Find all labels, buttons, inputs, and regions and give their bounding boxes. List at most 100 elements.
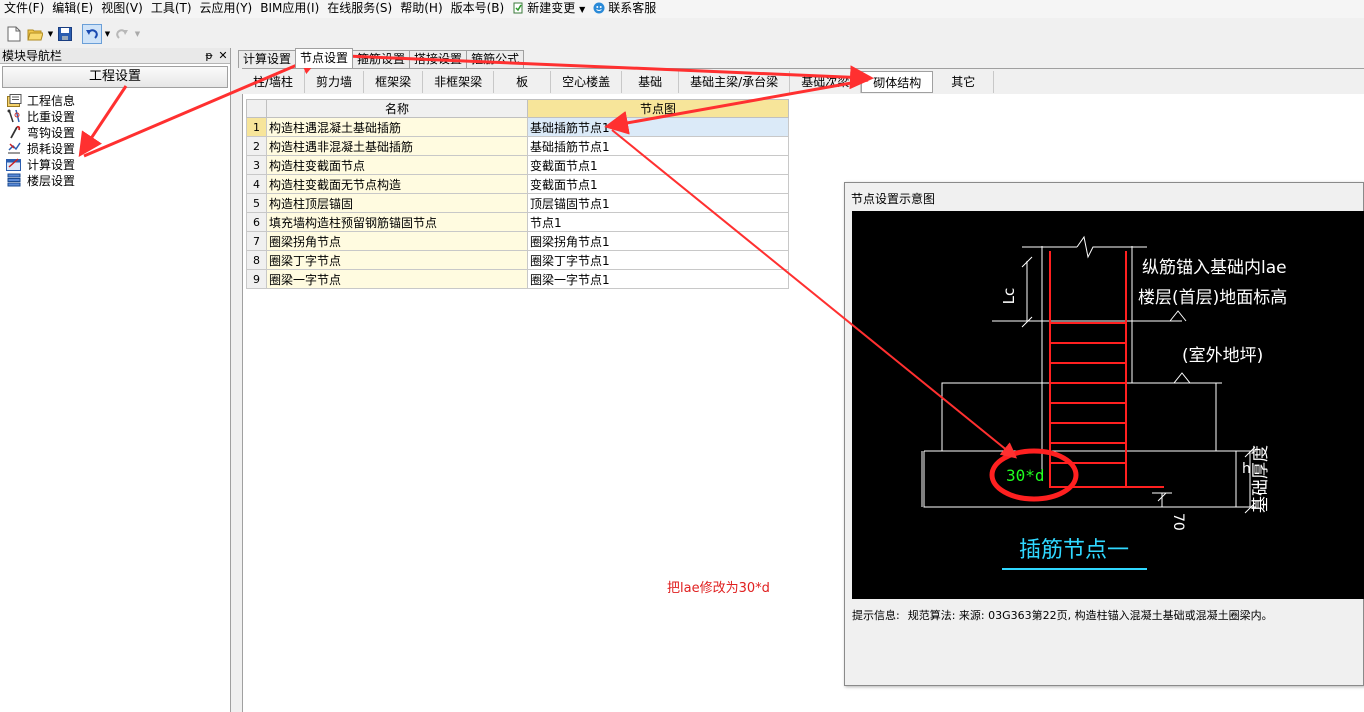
subtab-foundation-main-beam[interactable]: 基础主梁/承台梁 bbox=[679, 70, 791, 93]
component-subtabs: 柱/墙柱 剪力墙 框架梁 非框架梁 板 空心楼盖 基础 基础主梁/承台梁 基础次… bbox=[242, 68, 1364, 94]
subtab-column[interactable]: 柱/墙柱 bbox=[242, 70, 306, 93]
undo-button[interactable] bbox=[82, 24, 102, 44]
menu-version[interactable]: 版本号(B) bbox=[447, 0, 509, 18]
column-header-node: 节点图 bbox=[527, 99, 789, 118]
node-name-cell[interactable]: 圈梁丁字节点 bbox=[266, 250, 528, 270]
node-diagram-cell[interactable]: 基础插筋节点1 bbox=[527, 117, 789, 137]
nav-item-label: 楼层设置 bbox=[27, 173, 76, 188]
table-row[interactable]: 1 构造柱遇混凝土基础插筋 基础插筋节点1 bbox=[246, 117, 789, 137]
menu-cloud[interactable]: 云应用(Y) bbox=[196, 0, 257, 18]
close-icon[interactable]: ✕ bbox=[216, 49, 230, 62]
foundation-base bbox=[923, 450, 1237, 508]
table-row[interactable]: 8 圈梁丁字节点 圈梁丁字节点1 bbox=[246, 250, 789, 270]
table-row[interactable]: 3 构造柱变截面节点 变截面节点1 bbox=[246, 155, 789, 175]
subtab-hollow-floor[interactable]: 空心楼盖 bbox=[551, 70, 623, 93]
subtab-shear-wall[interactable]: 剪力墙 bbox=[305, 70, 365, 93]
node-name-cell[interactable]: 构造柱变截面节点 bbox=[266, 155, 528, 175]
subtab-other[interactable]: 其它 bbox=[933, 70, 995, 93]
redo-icon bbox=[116, 29, 128, 39]
label-anchor-value: 30*d bbox=[1006, 466, 1045, 485]
table-row[interactable]: 2 构造柱遇非混凝土基础插筋 基础插筋节点1 bbox=[246, 136, 789, 156]
nav-item-loss-settings[interactable]: 损耗设置 bbox=[0, 140, 230, 156]
weight-icon bbox=[6, 109, 22, 123]
tab-calc-settings[interactable]: 计算设置 bbox=[238, 50, 297, 68]
menu-contact-support[interactable]: 联系客服 bbox=[589, 0, 660, 18]
redo-dropdown-arrow[interactable]: ▼ bbox=[133, 24, 142, 44]
menu-file[interactable]: 文件(F) bbox=[0, 0, 48, 18]
menu-online[interactable]: 在线服务(S) bbox=[323, 0, 396, 18]
menu-new-change[interactable]: 新建变更 ▼ bbox=[508, 0, 589, 18]
node-name-cell[interactable]: 圈梁一字节点 bbox=[266, 269, 528, 289]
node-name-cell[interactable]: 填充墙构造柱预留钢筋锚固节点 bbox=[266, 212, 528, 232]
subtab-slab[interactable]: 板 bbox=[494, 70, 552, 93]
new-file-icon bbox=[7, 26, 21, 42]
pin-icon[interactable]: ᵽ bbox=[202, 49, 216, 62]
nav-item-project-info[interactable]: 工程信息 bbox=[0, 92, 230, 108]
settings-tabs: 计算设置 节点设置 箍筋设置 搭接设置 箍筋公式 bbox=[238, 48, 525, 68]
tab-stirrup-settings[interactable]: 箍筋设置 bbox=[352, 50, 411, 68]
undo-dropdown-arrow[interactable]: ▼ bbox=[103, 24, 112, 44]
open-file-button[interactable] bbox=[25, 24, 45, 44]
nav-item-label: 工程信息 bbox=[27, 93, 76, 108]
save-button[interactable] bbox=[55, 24, 75, 44]
subtab-foundation[interactable]: 基础 bbox=[622, 70, 680, 93]
node-name-cell[interactable]: 构造柱遇混凝土基础插筋 bbox=[266, 117, 528, 137]
label-h: h bbox=[1242, 461, 1251, 477]
nav-item-hook-settings[interactable]: 弯钩设置 bbox=[0, 124, 230, 140]
node-name-cell[interactable]: 构造柱变截面无节点构造 bbox=[266, 174, 528, 194]
nav-header-project-settings[interactable]: 工程设置 bbox=[2, 66, 228, 88]
node-diagram: 纵筋锚入基础内lae 楼层(首层)地面标高 (室外地坪) Lc 30*d 70 … bbox=[852, 211, 1364, 599]
nav-titlebar: 模块导航栏 ᵽ ✕ bbox=[0, 48, 230, 64]
subtab-masonry[interactable]: 砌体结构 bbox=[861, 70, 934, 93]
new-file-button[interactable] bbox=[4, 24, 24, 44]
subtab-frame-beam[interactable]: 框架梁 bbox=[364, 70, 424, 93]
node-name-cell[interactable]: 圈梁拐角节点 bbox=[266, 231, 528, 251]
nav-item-floor-settings[interactable]: 楼层设置 bbox=[0, 172, 230, 188]
node-diagram-cell[interactable]: 圈梁一字节点1 bbox=[527, 269, 789, 289]
menu-tools[interactable]: 工具(T) bbox=[147, 0, 196, 18]
node-diagram-cell[interactable]: 节点1 bbox=[527, 212, 789, 232]
tab-node-settings[interactable]: 节点设置 bbox=[295, 48, 354, 68]
row-number: 7 bbox=[246, 231, 267, 251]
node-diagram-cell[interactable]: 圈梁丁字节点1 bbox=[527, 250, 789, 270]
nav-list: 工程信息 比重设置 弯钩设置 损耗设置 计算设置 楼层设置 bbox=[0, 88, 230, 188]
node-diagram-cell[interactable]: 圈梁拐角节点1 bbox=[527, 231, 789, 251]
hint-label: 提示信息: bbox=[852, 609, 900, 622]
node-diagram-cell[interactable]: 变截面节点1 bbox=[527, 174, 789, 194]
table-row[interactable]: 5 构造柱顶层锚固 顶层锚固节点1 bbox=[246, 193, 789, 213]
table-row[interactable]: 9 圈梁一字节点 圈梁一字节点1 bbox=[246, 269, 789, 289]
menu-bim[interactable]: BIM应用(I) bbox=[256, 0, 323, 18]
node-diagram-cell[interactable]: 变截面节点1 bbox=[527, 155, 789, 175]
node-name-cell[interactable]: 构造柱顶层锚固 bbox=[266, 193, 528, 213]
label-floor-level: 楼层(首层)地面标高 bbox=[1138, 288, 1287, 308]
node-settings-grid: 名称 节点图 1 构造柱遇混凝土基础插筋 基础插筋节点1 2 构造柱遇非混凝土基础插筋基… bbox=[246, 99, 789, 289]
subtab-non-frame-beam[interactable]: 非框架梁 bbox=[423, 70, 495, 93]
label-lc: Lc bbox=[1000, 288, 1018, 305]
hint-box bbox=[850, 629, 1364, 679]
subtab-foundation-secondary-beam[interactable]: 基础次梁 bbox=[790, 70, 862, 93]
hint-info: 提示信息: 规范算法: 来源: 03G363第22页, 构造柱锚入混凝土基础或混凝… bbox=[852, 607, 1273, 623]
undo-icon bbox=[86, 29, 98, 39]
table-row[interactable]: 6 填充墙构造柱预留钢筋锚固节点 节点1 bbox=[246, 212, 789, 232]
menu-edit[interactable]: 编辑(E) bbox=[48, 0, 97, 18]
module-nav-panel: 模块导航栏 ᵽ ✕ 工程设置 工程信息 比重设置 弯钩设置 损耗设置 计算设置 … bbox=[0, 48, 231, 712]
new-change-label: 新建变更 bbox=[527, 1, 576, 15]
menu-help[interactable]: 帮助(H) bbox=[396, 0, 446, 18]
nav-item-calc-settings[interactable]: 计算设置 bbox=[0, 156, 230, 172]
node-diagram-cell[interactable]: 基础插筋节点1 bbox=[527, 136, 789, 156]
menu-view[interactable]: 视图(V) bbox=[97, 0, 147, 18]
nav-item-weight-settings[interactable]: 比重设置 bbox=[0, 108, 230, 124]
break-symbol bbox=[1022, 235, 1147, 259]
node-name-cell[interactable]: 构造柱遇非混凝土基础插筋 bbox=[266, 136, 528, 156]
tab-stirrup-formula[interactable]: 箍筋公式 bbox=[466, 50, 525, 68]
open-dropdown-arrow[interactable]: ▼ bbox=[46, 24, 55, 44]
table-row[interactable]: 4 构造柱变截面无节点构造 变截面节点1 bbox=[246, 174, 789, 194]
table-row[interactable]: 7 圈梁拐角节点 圈梁拐角节点1 bbox=[246, 231, 789, 251]
tab-lap-settings[interactable]: 搭接设置 bbox=[409, 50, 468, 68]
row-number: 5 bbox=[246, 193, 267, 213]
rebar-group bbox=[1049, 251, 1164, 488]
node-diagram-cell[interactable]: 顶层锚固节点1 bbox=[527, 193, 789, 213]
label-outdoor-level: (室外地坪) bbox=[1182, 346, 1263, 366]
project-info-icon bbox=[6, 93, 22, 107]
redo-button[interactable] bbox=[112, 24, 132, 44]
